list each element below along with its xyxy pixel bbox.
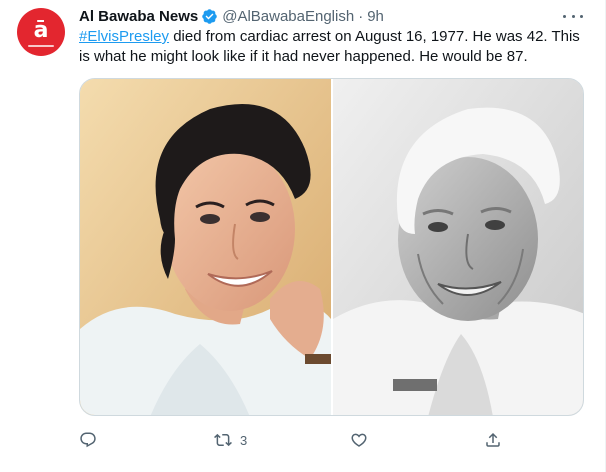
share-icon: [486, 432, 500, 447]
photo-right[interactable]: [333, 79, 583, 415]
hashtag-link[interactable]: #ElvisPresley: [79, 28, 169, 45]
retweet-button[interactable]: 3: [214, 428, 247, 452]
avatar-logo-caption: [28, 44, 54, 47]
heart-icon: [351, 433, 367, 447]
reply-icon: [80, 432, 96, 448]
photo-left[interactable]: [80, 79, 331, 415]
author-name[interactable]: Al Bawaba News: [79, 8, 198, 25]
share-button[interactable]: [484, 428, 502, 452]
retweet-icon: [214, 433, 232, 447]
tweet[interactable]: ā Al Bawaba News @AlBawabaEnglish · 9h #…: [0, 0, 606, 472]
verified-badge-icon: [202, 8, 217, 24]
retweet-count: 3: [240, 432, 248, 448]
photo-right-illustration: [333, 79, 583, 415]
header-separator: ·: [358, 7, 364, 25]
avatar-logo-glyph: ā: [33, 17, 49, 43]
avatar[interactable]: ā: [17, 8, 65, 56]
tweet-actions: 3: [79, 428, 584, 452]
tweet-timestamp[interactable]: 9h: [367, 8, 384, 25]
more-options-icon[interactable]: [563, 8, 583, 24]
reply-button[interactable]: [79, 428, 97, 452]
photo-left-illustration: [80, 79, 331, 415]
like-button[interactable]: [350, 428, 368, 452]
media-grid: [79, 78, 584, 416]
author-handle[interactable]: @AlBawabaEnglish: [222, 8, 354, 25]
tweet-header: Al Bawaba News @AlBawabaEnglish · 9h: [79, 6, 565, 26]
tweet-text: #ElvisPresley died from cardiac arrest o…: [79, 27, 584, 67]
